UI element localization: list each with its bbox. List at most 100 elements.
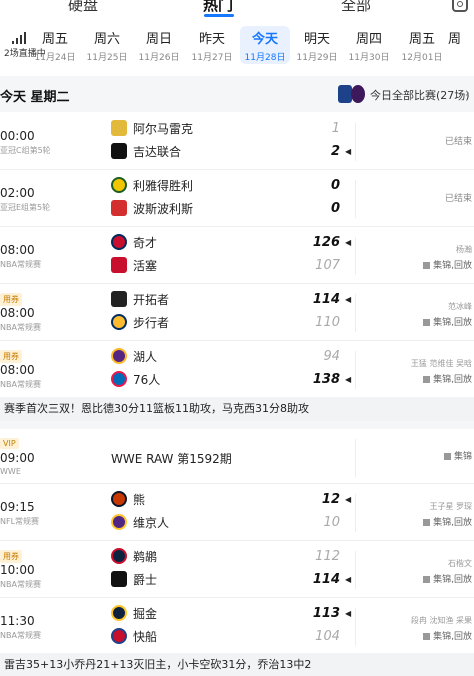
play-icon xyxy=(423,633,431,640)
day-tab[interactable]: 周五 11月24日 xyxy=(30,28,80,63)
day-tab[interactable]: 明天 11月29日 xyxy=(292,28,342,63)
section-gap xyxy=(0,421,474,429)
winner-arrow-icon: ◀ xyxy=(345,495,352,504)
replay-link[interactable]: 集锦,回放 xyxy=(423,315,472,328)
match-time: 08:00 xyxy=(0,306,35,320)
team-logo-icon xyxy=(111,120,127,136)
day-tab-today[interactable]: 今天 11月28日 xyxy=(240,26,290,64)
score-home: 113 xyxy=(312,606,340,621)
vip-badge: VIP xyxy=(0,438,19,449)
play-icon xyxy=(423,519,431,526)
score-away: 138 xyxy=(312,372,340,387)
team-logo-icon xyxy=(111,571,127,587)
winner-arrow-icon: ◀ xyxy=(345,295,352,304)
match-league: 亚冠C组第5轮 xyxy=(0,146,51,155)
match-league: NBA常规赛 xyxy=(0,260,41,269)
settings-icon[interactable] xyxy=(452,0,468,12)
replay-link[interactable]: 集锦 xyxy=(443,449,472,462)
current-date: 今天 星期二 xyxy=(0,90,70,105)
match-time: 08:00 xyxy=(0,243,35,257)
coupon-badge: 用券 xyxy=(0,293,22,306)
all-matches-link[interactable]: 今日全部比赛(27场) xyxy=(370,87,470,103)
tab-harddisk[interactable]: 硬盘 xyxy=(68,0,98,15)
league-logos xyxy=(338,85,366,103)
program-title: WWE RAW 第1592期 xyxy=(111,452,232,466)
top-tabs: 硬盘 热门 全部 xyxy=(0,0,474,18)
team-logo-icon xyxy=(111,605,127,621)
match-time: 08:00 xyxy=(0,363,35,377)
score-home: 114 xyxy=(312,292,340,307)
team-logo-icon xyxy=(111,177,127,193)
play-icon xyxy=(443,453,451,460)
replay-link[interactable]: 集锦,回放 xyxy=(423,515,472,528)
day-tab[interactable]: 周五 12月01日 xyxy=(397,28,447,63)
match-league: NFL常规赛 xyxy=(0,517,40,526)
team-logo-icon xyxy=(111,291,127,307)
replay-link[interactable]: 集锦,回放 xyxy=(423,372,472,385)
team-logo-icon xyxy=(111,628,127,644)
match-row[interactable]: 用券 08:00 NBA常规赛 开拓者 步行者 114 110 ◀ 范冰峰 集锦… xyxy=(0,284,474,341)
premier-league-logo-icon xyxy=(351,85,365,103)
news-headline[interactable]: 雷吉35+13小乔丹21+13灭旧主，小卡空砍31分，乔治13中2 xyxy=(0,653,474,676)
team-logo-icon xyxy=(111,371,127,387)
day-tab[interactable]: 周 xyxy=(448,28,474,50)
replay-link[interactable]: 集锦,回放 xyxy=(423,258,472,271)
day-tab[interactable]: 周六 11月25日 xyxy=(82,28,132,63)
commentators: 范冰峰 xyxy=(448,302,472,311)
score-home: 112 xyxy=(315,549,340,564)
commentators: 王子星 罗琛 xyxy=(429,502,472,511)
winner-arrow-icon: ◀ xyxy=(345,147,352,156)
news-headline[interactable]: 赛季首次三双！恩比德30分11篮板11助攻，马克西31分8助攻 xyxy=(0,397,474,421)
commentators: 王猛 范维佳 吴晗 xyxy=(410,359,472,368)
play-icon xyxy=(423,576,431,583)
match-time: 00:00 xyxy=(0,129,35,143)
winner-arrow-icon: ◀ xyxy=(345,609,352,618)
tab-hot[interactable]: 热门 xyxy=(203,0,233,15)
replay-link[interactable]: 集锦,回放 xyxy=(423,629,472,642)
play-icon xyxy=(423,262,431,269)
score-away: 104 xyxy=(315,629,340,644)
replay-link[interactable]: 集锦,回放 xyxy=(423,572,472,585)
date-selector: 2场直播中 周五 11月24日 周六 11月25日 周日 11月26日 昨天 11月27… xyxy=(0,22,474,68)
coupon-badge: 用券 xyxy=(0,550,22,563)
match-row[interactable]: 00:00 亚冠C组第5轮 阿尔马雷克 吉达联合 1 2 ◀ 已结束 xyxy=(0,113,474,170)
match-row[interactable]: 02:00 亚冠E组第5轮 利雅得胜利 波斯波利斯 0 0 已结束 xyxy=(0,170,474,227)
match-row[interactable]: 11:30 NBA常规赛 掘金 快船 113 104 ◀ 段冉 沈知渔 采果 集… xyxy=(0,598,474,655)
match-league: NBA常规赛 xyxy=(0,380,41,389)
match-status: 已结束 xyxy=(444,194,472,204)
commentators: 石楷文 xyxy=(448,559,472,568)
match-league: WWE xyxy=(0,467,21,476)
team-logo-icon xyxy=(111,200,127,216)
score-home: 126 xyxy=(312,235,340,250)
team-logo-icon xyxy=(111,314,127,330)
score-away: 110 xyxy=(315,315,340,330)
match-row[interactable]: VIP 09:00 WWE WWE RAW 第1592期 集锦 xyxy=(0,429,474,484)
match-time: 11:30 xyxy=(0,614,35,628)
tab-active-indicator xyxy=(204,14,234,17)
winner-arrow-icon: ◀ xyxy=(345,238,352,247)
match-row[interactable]: 用券 10:00 NBA常规赛 鹈鹕 爵士 112 114 ◀ 石楷文 集锦,回… xyxy=(0,541,474,598)
match-league: NBA常规赛 xyxy=(0,323,41,332)
match-time: 09:00 xyxy=(0,451,35,465)
score-away: 10 xyxy=(323,515,340,530)
date-header: 今天 星期二 今日全部比赛(27场) › xyxy=(0,76,474,112)
day-tab[interactable]: 周日 11月26日 xyxy=(134,28,184,63)
match-time: 10:00 xyxy=(0,563,35,577)
winner-arrow-icon: ◀ xyxy=(345,575,352,584)
chevron-right-icon[interactable]: › xyxy=(465,86,470,101)
play-icon xyxy=(423,319,431,326)
score-away: 2 xyxy=(330,144,340,159)
score-home: 0 xyxy=(330,178,340,193)
team-logo-icon xyxy=(111,514,127,530)
team-logo-icon xyxy=(111,234,127,250)
match-row[interactable]: 08:00 NBA常规赛 奇才 活塞 126 107 ◀ 杨瀚 集锦,回放 xyxy=(0,227,474,284)
day-tab[interactable]: 周四 11月30日 xyxy=(344,28,394,63)
match-league: NBA常规赛 xyxy=(0,580,41,589)
score-home: 94 xyxy=(323,349,340,364)
match-row[interactable]: 用券 08:00 NBA常规赛 湖人 76人 94 138 ◀ 王猛 范维佳 吴… xyxy=(0,341,474,398)
team-logo-icon xyxy=(111,348,127,364)
day-tab[interactable]: 昨天 11月27日 xyxy=(187,28,237,63)
team-logo-icon xyxy=(111,548,127,564)
match-row[interactable]: 09:15 NFL常规赛 熊 维京人 12 10 ◀ 王子星 罗琛 集锦,回放 xyxy=(0,484,474,541)
tab-all[interactable]: 全部 xyxy=(341,0,371,15)
